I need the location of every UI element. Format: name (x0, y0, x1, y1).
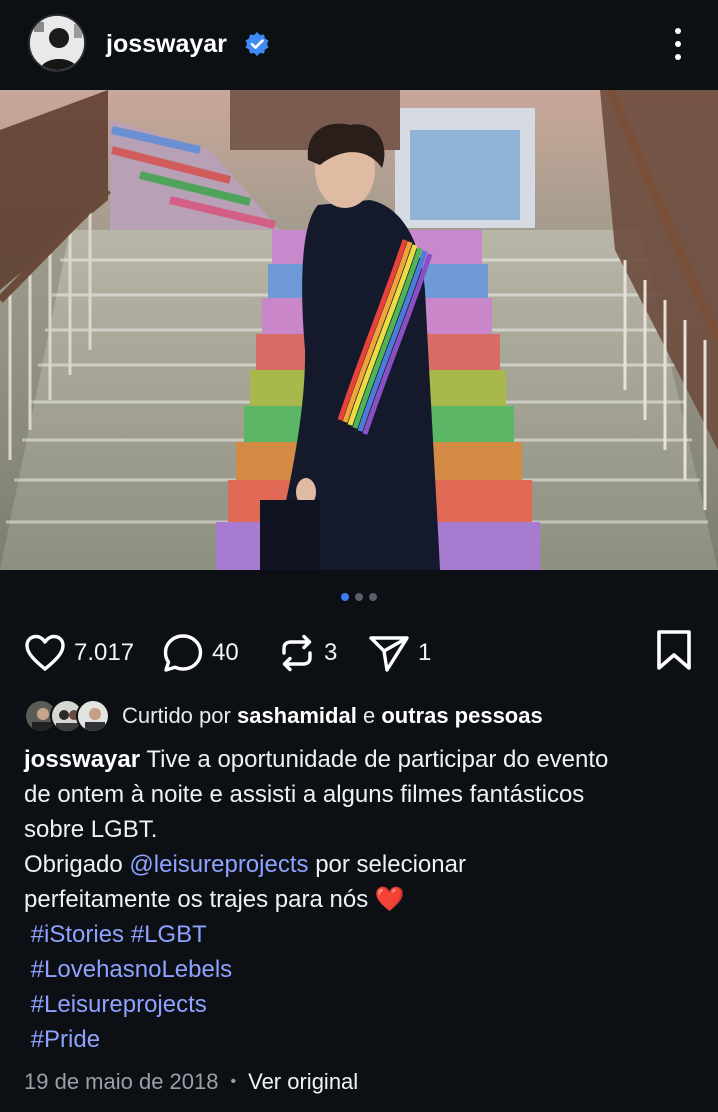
hashtag-link[interactable]: #LovehasnoLebels (31, 956, 233, 983)
post-footer: 19 de maio de 2018 • Ver original (24, 1069, 358, 1095)
avatar[interactable] (28, 14, 86, 72)
heart-icon (25, 634, 65, 671)
liked-by-row[interactable]: Curtido por sashamidal e outras pessoas (24, 697, 543, 735)
repost-count: 3 (324, 639, 338, 666)
carousel-dot (369, 593, 377, 601)
mention-link[interactable]: @leisureprojects (129, 851, 308, 878)
bookmark-icon[interactable] (655, 629, 693, 671)
more-options-button[interactable] (664, 24, 692, 64)
comment-bubble-icon (163, 634, 203, 672)
share-count: 1 (418, 639, 432, 666)
comment-count: 40 (212, 639, 239, 666)
hashtag-link[interactable]: #Pride (31, 1026, 100, 1053)
send-icon (369, 636, 409, 672)
post-photo[interactable] (0, 90, 718, 570)
view-original-link[interactable]: Ver original (248, 1069, 358, 1095)
hashtag-link[interactable]: #iStories (31, 921, 124, 948)
repost-button[interactable]: 3 (278, 633, 337, 673)
hashtag-link[interactable]: #Leisureprojects (31, 991, 207, 1018)
post-actions-bar: 7.017 40 3 1 (0, 625, 718, 681)
liker-avatar (76, 699, 110, 733)
verified-badge-icon (245, 32, 269, 56)
post-header: josswayar (0, 0, 718, 90)
carousel-indicator (0, 593, 718, 601)
like-count: 7.017 (74, 639, 135, 666)
liked-by-user[interactable]: sashamidal (237, 703, 357, 728)
heart-emoji: ❤️ (374, 886, 405, 913)
hashtag-link[interactable]: #LGBT (131, 921, 207, 948)
like-button[interactable]: 7.017 (24, 633, 134, 673)
post-screen: josswayar 7.017 40 3 1 Curtido por sasha… (0, 0, 718, 1112)
share-button[interactable]: 1 (368, 633, 431, 673)
repost-icon (282, 634, 312, 672)
carousel-dot (355, 593, 363, 601)
avatar-image (30, 16, 84, 70)
separator-dot: • (230, 1073, 237, 1090)
comment-button[interactable]: 40 (162, 633, 239, 673)
more-vertical-icon (675, 28, 681, 34)
post-date: 19 de maio de 2018 (24, 1069, 219, 1094)
caption-username[interactable]: josswayar (24, 746, 140, 773)
carousel-dot-active (341, 593, 349, 601)
liked-by-text: Curtido por sashamidal e outras pessoas (122, 703, 543, 728)
post-author-username[interactable]: josswayar (106, 30, 227, 59)
post-caption: josswayar Tive a oportunidade de partici… (24, 746, 609, 1053)
post-image (0, 90, 718, 570)
liked-by-others[interactable]: outras pessoas (381, 703, 542, 728)
